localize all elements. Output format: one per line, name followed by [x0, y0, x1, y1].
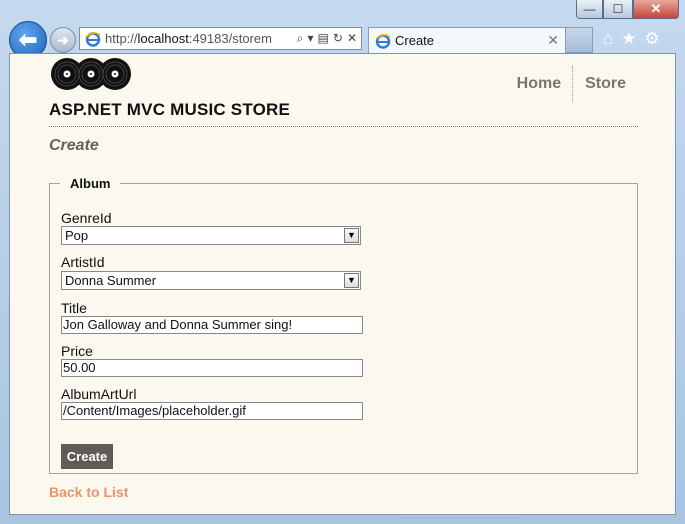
back-to-list-link[interactable]: Back to List: [49, 484, 128, 500]
tab-title: Create: [395, 33, 435, 48]
page-heading: Create: [49, 137, 99, 154]
artist-label: ArtistId: [61, 254, 105, 270]
album-art-url-input[interactable]: /Content/Images/placeholder.gif: [61, 402, 363, 420]
search-icon[interactable]: ⌕: [297, 31, 304, 46]
genre-select-value: Pop: [65, 228, 89, 243]
maximize-button[interactable]: ☐: [603, 0, 633, 19]
artist-select[interactable]: Donna Summer ▼: [61, 271, 361, 290]
status-bar-grip: [400, 517, 520, 523]
vinyl-records-logo-icon: [51, 58, 131, 90]
album-art-url-label: AlbumArtUrl: [61, 386, 137, 402]
price-label: Price: [61, 343, 93, 359]
dropdown-arrow-icon[interactable]: ▼: [344, 228, 359, 243]
browser-tab[interactable]: Create ✕: [368, 27, 566, 53]
genre-select[interactable]: Pop ▼: [61, 226, 361, 245]
genre-label: GenreId: [61, 210, 112, 226]
compatibility-view-icon[interactable]: ▤: [318, 31, 329, 46]
refresh-icon[interactable]: ↻: [333, 31, 343, 46]
new-tab-button[interactable]: [566, 27, 593, 53]
forward-arrow-icon: ➜: [57, 31, 69, 48]
window-caption-buttons: — ☐ ✕: [576, 0, 679, 19]
tab-close-icon[interactable]: ✕: [547, 32, 565, 49]
address-url[interactable]: http://localhost:49183/storem: [105, 31, 297, 46]
price-input[interactable]: 50.00: [61, 359, 363, 377]
main-nav: Home Store: [506, 66, 637, 102]
nav-store-link[interactable]: Store: [574, 66, 637, 102]
forward-button[interactable]: ➜: [50, 27, 76, 53]
browser-window: — ☐ ✕ ⬅ ➜ http://localhost:49183/storem …: [0, 0, 685, 524]
address-bar[interactable]: http://localhost:49183/storem ⌕ ▾ ▤ ↻ ✕: [79, 27, 362, 50]
ie-logo-icon: [85, 31, 101, 47]
url-scheme: http://: [105, 31, 138, 46]
album-fieldset: Album GenreId Pop ▼ ArtistId Donna Summe…: [49, 176, 638, 474]
nav-home-link[interactable]: Home: [506, 66, 572, 102]
artist-select-value: Donna Summer: [65, 273, 157, 288]
minimize-button[interactable]: —: [576, 0, 603, 19]
header-divider: [49, 126, 638, 127]
title-label: Title: [61, 300, 87, 316]
fieldset-legend: Album: [70, 176, 111, 191]
dropdown-arrow-icon[interactable]: ▼: [344, 273, 359, 288]
home-icon[interactable]: ⌂: [603, 29, 613, 49]
stop-icon[interactable]: ✕: [347, 31, 357, 46]
dropdown-icon[interactable]: ▾: [308, 31, 314, 46]
page-content: ASP.NET MVC MUSIC STORE Home Store Creat…: [9, 53, 676, 515]
ie-tab-icon: [375, 33, 391, 49]
favorites-icon[interactable]: ★: [621, 29, 636, 49]
url-host: localhost: [137, 31, 189, 46]
site-title: ASP.NET MVC MUSIC STORE: [49, 100, 291, 119]
settings-gear-icon[interactable]: ⚙: [645, 29, 660, 49]
close-window-button[interactable]: ✕: [633, 0, 679, 19]
back-arrow-icon: ⬅: [18, 27, 38, 52]
create-button[interactable]: Create: [61, 444, 113, 469]
url-path: :49183/storem: [188, 31, 272, 46]
title-input[interactable]: Jon Galloway and Donna Summer sing!: [61, 316, 363, 334]
